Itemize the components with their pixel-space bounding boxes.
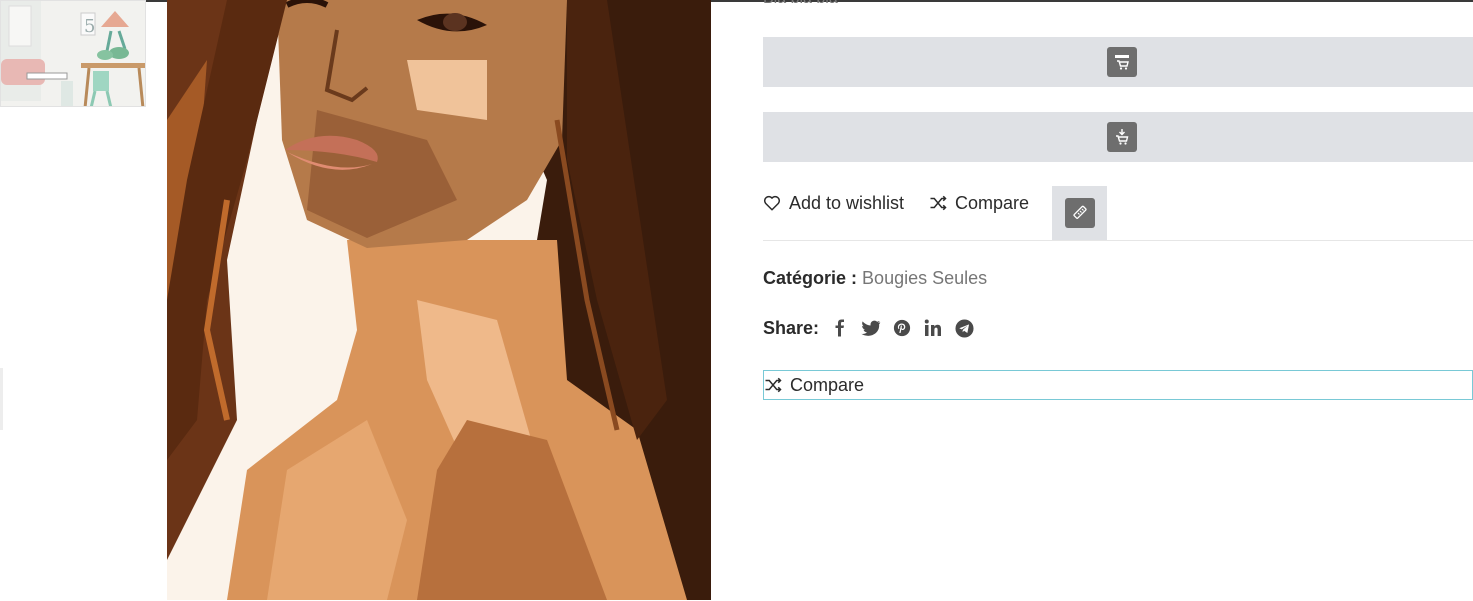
thumbnail-image: 5 [1,1,145,106]
share-row: Share: [763,317,975,339]
gallery-thumbnail[interactable]: 5 [0,0,146,107]
buy-now-button[interactable] [763,112,1473,162]
compare-box-label: Compare [790,374,865,395]
twitter-icon[interactable] [860,317,882,339]
heart-icon [763,195,781,211]
shuffle-icon [765,377,782,393]
shuffle-icon [930,195,947,211]
linkedin-icon[interactable] [922,317,944,339]
telegram-icon[interactable] [953,317,975,339]
pinterest-icon[interactable] [891,317,913,339]
short-description: Bla bla bla [763,0,838,8]
cart-download-icon [1107,122,1137,152]
divider [763,240,1473,241]
cart-icon [1107,47,1137,77]
compare-button-focused[interactable]: Compare [763,370,1473,400]
category-label: Catégorie : [763,268,858,288]
product-main-image[interactable] [167,0,711,600]
slider-edge-handle[interactable] [0,368,3,430]
compare-link[interactable]: Compare [929,186,1029,220]
svg-text:5: 5 [84,16,95,37]
share-label: Share: [763,317,820,338]
add-to-wishlist-link[interactable]: Add to wishlist [763,186,904,220]
wishlist-label: Add to wishlist [789,192,905,213]
category-link[interactable]: Bougies Seules [862,268,987,288]
facebook-icon[interactable] [829,317,851,339]
add-to-cart-button[interactable] [763,37,1473,87]
product-category: Catégorie : Bougies Seules [763,268,987,289]
size-guide-button[interactable] [1052,186,1107,240]
ruler-icon [1064,198,1095,228]
portrait-illustration [167,0,711,600]
compare-label: Compare [955,192,1030,213]
product-actions: Add to wishlist Compare [763,186,1473,240]
